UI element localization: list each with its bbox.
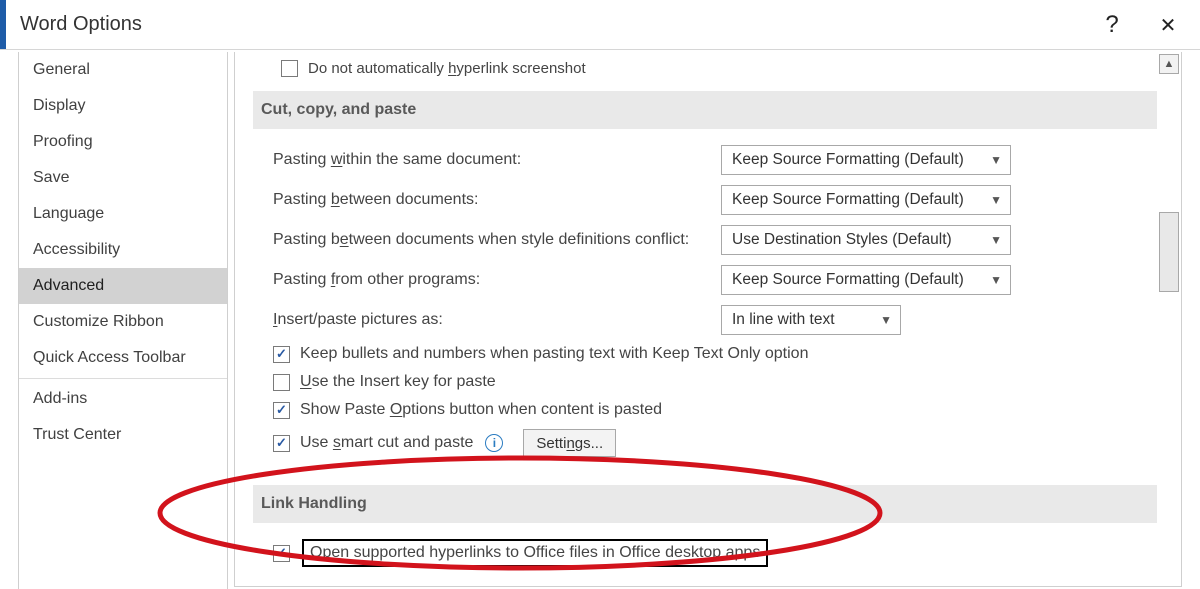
titlebar: Word Options ? ✕ xyxy=(0,0,1200,50)
sidebar-item-accessibility[interactable]: Accessibility xyxy=(19,232,227,268)
paste-option-row: Pasting between documents: Keep Source Fo… xyxy=(273,185,1157,215)
text: mart cut and paste xyxy=(341,434,474,451)
accelerator: n xyxy=(566,435,574,452)
option-label: Pasting within the same document: xyxy=(273,151,703,169)
chevron-down-icon: ▼ xyxy=(880,313,892,327)
paste-option-row: Pasting within the same document: Keep So… xyxy=(273,145,1157,175)
option-label: Insert/paste pictures as: xyxy=(273,311,703,329)
sidebar: General Display Proofing Save Language A… xyxy=(18,52,228,589)
checkbox-show-paste-options[interactable] xyxy=(273,402,290,419)
section-header-link-handling: Link Handling xyxy=(253,485,1157,523)
text: yperlink screenshot xyxy=(456,60,585,77)
sidebar-item-general[interactable]: General xyxy=(19,52,227,88)
close-button[interactable]: ✕ xyxy=(1140,0,1196,50)
checkbox-label: Keep bullets and numbers when pasting te… xyxy=(300,345,808,363)
dropdown-value: Keep Source Formatting (Default) xyxy=(732,271,964,289)
window-title: Word Options xyxy=(0,13,142,36)
checkbox-label: Open supported hyperlinks to Office file… xyxy=(310,544,760,561)
sidebar-item-quick-access-toolbar[interactable]: Quick Access Toolbar xyxy=(19,340,227,376)
checkbox-smart-cut-paste[interactable] xyxy=(273,435,290,452)
paste-dropdown-4[interactable]: In line with text ▼ xyxy=(721,305,901,335)
checkbox-label: Do not automatically hyperlink screensho… xyxy=(308,60,586,77)
dropdown-value: Keep Source Formatting (Default) xyxy=(732,191,964,209)
paste-dropdown-2[interactable]: Use Destination Styles (Default) ▼ xyxy=(721,225,1011,255)
option-label: Pasting from other programs: xyxy=(273,271,703,289)
scroll-up-button[interactable]: ▲ xyxy=(1159,54,1179,74)
sidebar-item-proofing[interactable]: Proofing xyxy=(19,124,227,160)
checkbox-label: Use the Insert key for paste xyxy=(300,373,496,391)
text: Show Paste xyxy=(300,401,390,418)
text: ptions button when content is pasted xyxy=(402,401,662,418)
help-button[interactable]: ? xyxy=(1084,0,1140,50)
sidebar-item-display[interactable]: Display xyxy=(19,88,227,124)
checkbox-label: Show Paste Options button when content i… xyxy=(300,401,662,419)
text: se the Insert key for paste xyxy=(312,373,496,390)
dropdown-value: Use Destination Styles (Default) xyxy=(732,231,952,249)
chevron-down-icon: ▼ xyxy=(990,233,1002,247)
chevron-down-icon: ▼ xyxy=(990,153,1002,167)
paste-dropdown-0[interactable]: Keep Source Formatting (Default) ▼ xyxy=(721,145,1011,175)
dropdown-value: Keep Source Formatting (Default) xyxy=(732,151,964,169)
paste-dropdown-1[interactable]: Keep Source Formatting (Default) ▼ xyxy=(721,185,1011,215)
option-label: Pasting between documents when style def… xyxy=(273,231,703,249)
content-scroll-area: ▲ Do not automatically hyperlink screens… xyxy=(234,52,1182,587)
window: Word Options ? ✕ General Display Proofin… xyxy=(0,0,1200,589)
highlighted-label-box: Open supported hyperlinks to Office file… xyxy=(302,539,768,567)
text: Do not automatically xyxy=(308,60,448,77)
checkbox-keep-bullets[interactable] xyxy=(273,346,290,363)
section-header-cut-copy-paste: Cut, copy, and paste xyxy=(253,91,1157,129)
paste-option-row: Insert/paste pictures as: In line with te… xyxy=(273,305,1157,335)
sidebar-item-addins[interactable]: Add-ins xyxy=(19,381,227,417)
paste-option-row: Pasting between documents when style def… xyxy=(273,225,1157,255)
accelerator: O xyxy=(390,401,402,418)
sidebar-item-customize-ribbon[interactable]: Customize Ribbon xyxy=(19,304,227,340)
accelerator: U xyxy=(300,373,312,390)
accelerator: s xyxy=(333,434,341,451)
sidebar-item-trust-center[interactable]: Trust Center xyxy=(19,417,227,453)
scroll-thumb[interactable] xyxy=(1159,212,1179,292)
dropdown-value: In line with text xyxy=(732,311,835,329)
checkbox-open-hyperlinks-desktop[interactable] xyxy=(273,545,290,562)
info-icon[interactable]: i xyxy=(485,434,503,452)
paste-option-row: Pasting from other programs: Keep Source … xyxy=(273,265,1157,295)
checkbox-label: Use smart cut and paste xyxy=(300,434,473,452)
sidebar-item-language[interactable]: Language xyxy=(19,196,227,232)
text: Use xyxy=(300,434,333,451)
checkbox-no-hyperlink-screenshot[interactable] xyxy=(281,60,298,77)
chevron-down-icon: ▼ xyxy=(990,193,1002,207)
sidebar-item-save[interactable]: Save xyxy=(19,160,227,196)
text: Setti xyxy=(536,435,566,452)
sidebar-separator xyxy=(19,378,227,379)
paste-dropdown-3[interactable]: Keep Source Formatting (Default) ▼ xyxy=(721,265,1011,295)
chevron-down-icon: ▼ xyxy=(990,273,1002,287)
checkbox-use-insert-key[interactable] xyxy=(273,374,290,391)
text: gs... xyxy=(575,435,603,452)
option-label: Pasting between documents: xyxy=(273,191,703,209)
sidebar-item-advanced[interactable]: Advanced xyxy=(19,268,227,304)
settings-button[interactable]: Settings... xyxy=(523,429,616,457)
